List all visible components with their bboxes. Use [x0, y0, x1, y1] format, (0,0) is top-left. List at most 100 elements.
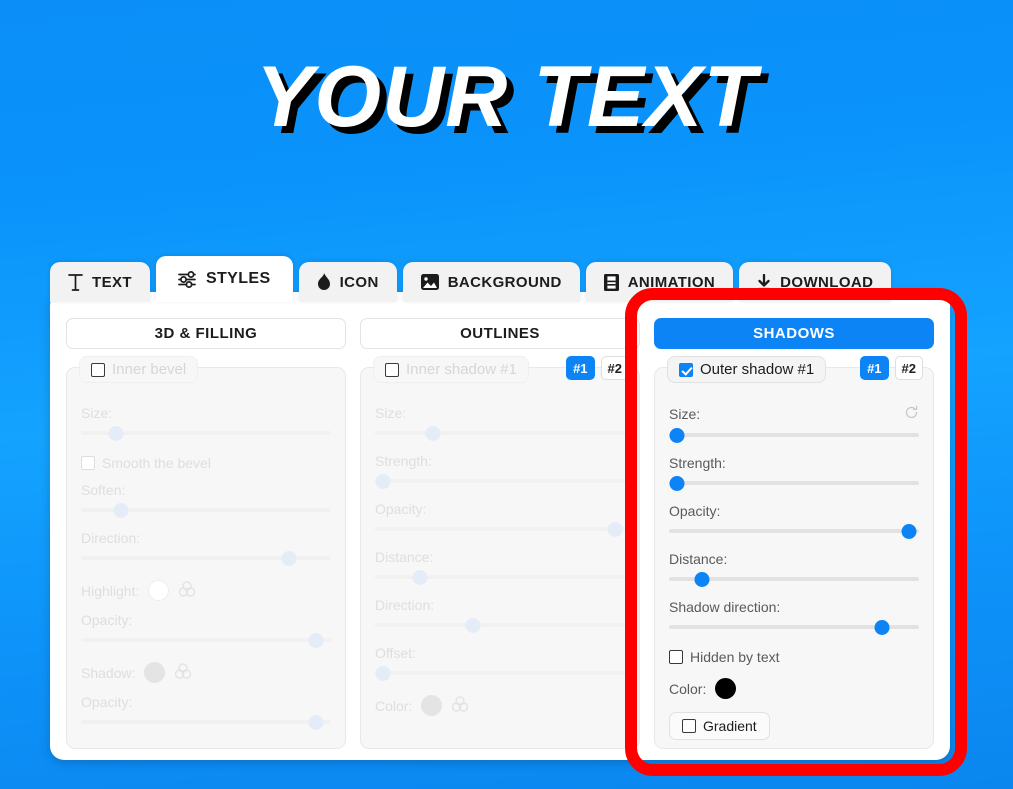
slider-thumb[interactable]	[465, 618, 480, 633]
style-subtab-bar: 3D & FILLING OUTLINES SHADOWS	[66, 318, 934, 349]
slider-offset[interactable]	[375, 664, 625, 682]
slider-soften[interactable]	[81, 501, 331, 519]
label-text: Hidden by text	[690, 649, 780, 665]
subtab-label: 3D & FILLING	[154, 325, 258, 342]
slider-thumb[interactable]	[108, 426, 124, 441]
label-text: Distance:	[669, 551, 728, 567]
sliders-icon	[178, 270, 197, 288]
badge-slot-1[interactable]: #1	[566, 356, 595, 380]
slider-track	[669, 481, 919, 485]
slider-strength[interactable]	[669, 474, 919, 492]
label-direction: Direction:	[81, 530, 331, 546]
hero-preview: YOUR TEXT	[0, 52, 1013, 143]
subtab-3d-filling[interactable]: 3D & FILLING	[66, 318, 346, 349]
label-shadow-direction: Shadow direction:	[669, 599, 919, 615]
slider-track	[375, 479, 625, 483]
slider-distance[interactable]	[669, 570, 919, 588]
slider-size[interactable]	[375, 424, 625, 442]
checkbox-gradient[interactable]: Gradient	[669, 712, 770, 740]
color-swatch[interactable]	[144, 662, 166, 683]
slider-thumb[interactable]	[412, 570, 428, 585]
tab-download[interactable]: DOWNLOAD	[739, 262, 892, 302]
flame-icon	[317, 273, 331, 291]
film-icon	[603, 273, 619, 291]
slider-thumb[interactable]	[308, 715, 324, 730]
slider-shadow-direction[interactable]	[669, 618, 919, 636]
label-text: Size:	[375, 405, 407, 421]
panel-inner-bevel: Inner bevel Size: Smooth the bevel Softe…	[66, 356, 346, 749]
checkbox-icon[interactable]	[682, 719, 696, 733]
tab-icon[interactable]: ICON	[298, 262, 397, 302]
inner-bevel-toggle[interactable]: Inner bevel	[79, 356, 199, 383]
checkbox-icon[interactable]	[679, 362, 693, 377]
label-opacity: Opacity:	[375, 501, 625, 517]
badge-slot-2[interactable]: #2	[600, 356, 629, 380]
checkbox-icon[interactable]	[81, 456, 95, 470]
main-tab-bar: TEXT STYLES ICON BACKGROUND ANIMATION DO…	[50, 256, 892, 302]
row-shadow-color: Color:	[375, 695, 625, 716]
tab-text[interactable]: TEXT	[50, 262, 150, 302]
label-text: Strength:	[375, 453, 432, 469]
panel-title: Inner shadow #1	[406, 361, 517, 378]
tab-animation[interactable]: ANIMATION	[585, 262, 734, 302]
label-text: Strength:	[669, 455, 726, 471]
outer-shadow-toggle[interactable]: Outer shadow #1	[667, 356, 827, 383]
tab-styles[interactable]: STYLES	[155, 256, 293, 302]
outer-shadow-slot-badges: #1 #2	[860, 356, 923, 380]
label-size: Size:	[669, 405, 919, 423]
badge-slot-2[interactable]: #2	[894, 356, 923, 380]
checkbox-icon[interactable]	[669, 650, 683, 664]
color-swatch[interactable]	[148, 580, 170, 601]
slider-shadow-opacity[interactable]	[81, 713, 331, 731]
badge-label: #1	[573, 360, 588, 376]
label-highlight-opacity: Opacity:	[81, 612, 331, 628]
slider-size[interactable]	[81, 424, 331, 442]
slider-thumb[interactable]	[425, 426, 440, 441]
slider-thumb[interactable]	[874, 620, 889, 635]
reset-icon[interactable]	[904, 405, 919, 423]
row-shadow-color: Color:	[669, 678, 919, 699]
slider-thumb[interactable]	[607, 522, 623, 537]
checkbox-icon[interactable]	[385, 362, 399, 377]
slider-thumb[interactable]	[669, 476, 684, 491]
subtab-label: OUTLINES	[460, 325, 540, 342]
inner-shadow-toggle[interactable]: Inner shadow #1	[373, 356, 529, 383]
slider-distance[interactable]	[375, 568, 625, 586]
slider-highlight-opacity[interactable]	[81, 631, 331, 649]
color-picker-icon[interactable]	[451, 695, 469, 716]
color-swatch[interactable]	[421, 695, 443, 716]
slider-opacity[interactable]	[669, 522, 919, 540]
label-text: Gradient	[703, 718, 757, 734]
slider-direction[interactable]	[375, 616, 625, 634]
slider-thumb[interactable]	[694, 572, 709, 587]
slider-thumb[interactable]	[113, 503, 129, 518]
download-icon	[757, 273, 771, 291]
color-picker-icon[interactable]	[174, 662, 192, 683]
slider-size[interactable]	[669, 426, 919, 444]
slider-thumb[interactable]	[375, 666, 390, 681]
slider-thumb[interactable]	[901, 524, 917, 539]
color-swatch[interactable]	[715, 678, 737, 699]
slider-opacity[interactable]	[375, 520, 625, 538]
color-picker-icon[interactable]	[178, 580, 196, 601]
slider-thumb[interactable]	[669, 428, 684, 443]
slider-direction[interactable]	[81, 549, 331, 567]
badge-label: #2	[901, 360, 916, 376]
slider-strength[interactable]	[375, 472, 625, 490]
label-text: Opacity:	[81, 694, 133, 710]
checkbox-hidden-by-text[interactable]: Hidden by text	[669, 649, 919, 665]
checkbox-smooth-the-bevel[interactable]: Smooth the bevel	[81, 455, 331, 471]
tab-background[interactable]: BACKGROUND	[402, 262, 580, 302]
badge-slot-1[interactable]: #1	[860, 356, 889, 380]
label-distance: Distance:	[375, 549, 625, 565]
tab-label: ICON	[339, 273, 379, 291]
checkbox-icon[interactable]	[91, 362, 105, 377]
slider-thumb[interactable]	[375, 474, 390, 489]
subtab-outlines[interactable]: OUTLINES	[360, 318, 640, 349]
slider-track	[669, 529, 919, 533]
slider-thumb[interactable]	[308, 633, 324, 648]
row-shadow-color: Shadow:	[81, 662, 331, 683]
subtab-shadows[interactable]: SHADOWS	[654, 318, 934, 349]
label-text: Opacity:	[375, 501, 427, 517]
slider-thumb[interactable]	[281, 551, 296, 566]
